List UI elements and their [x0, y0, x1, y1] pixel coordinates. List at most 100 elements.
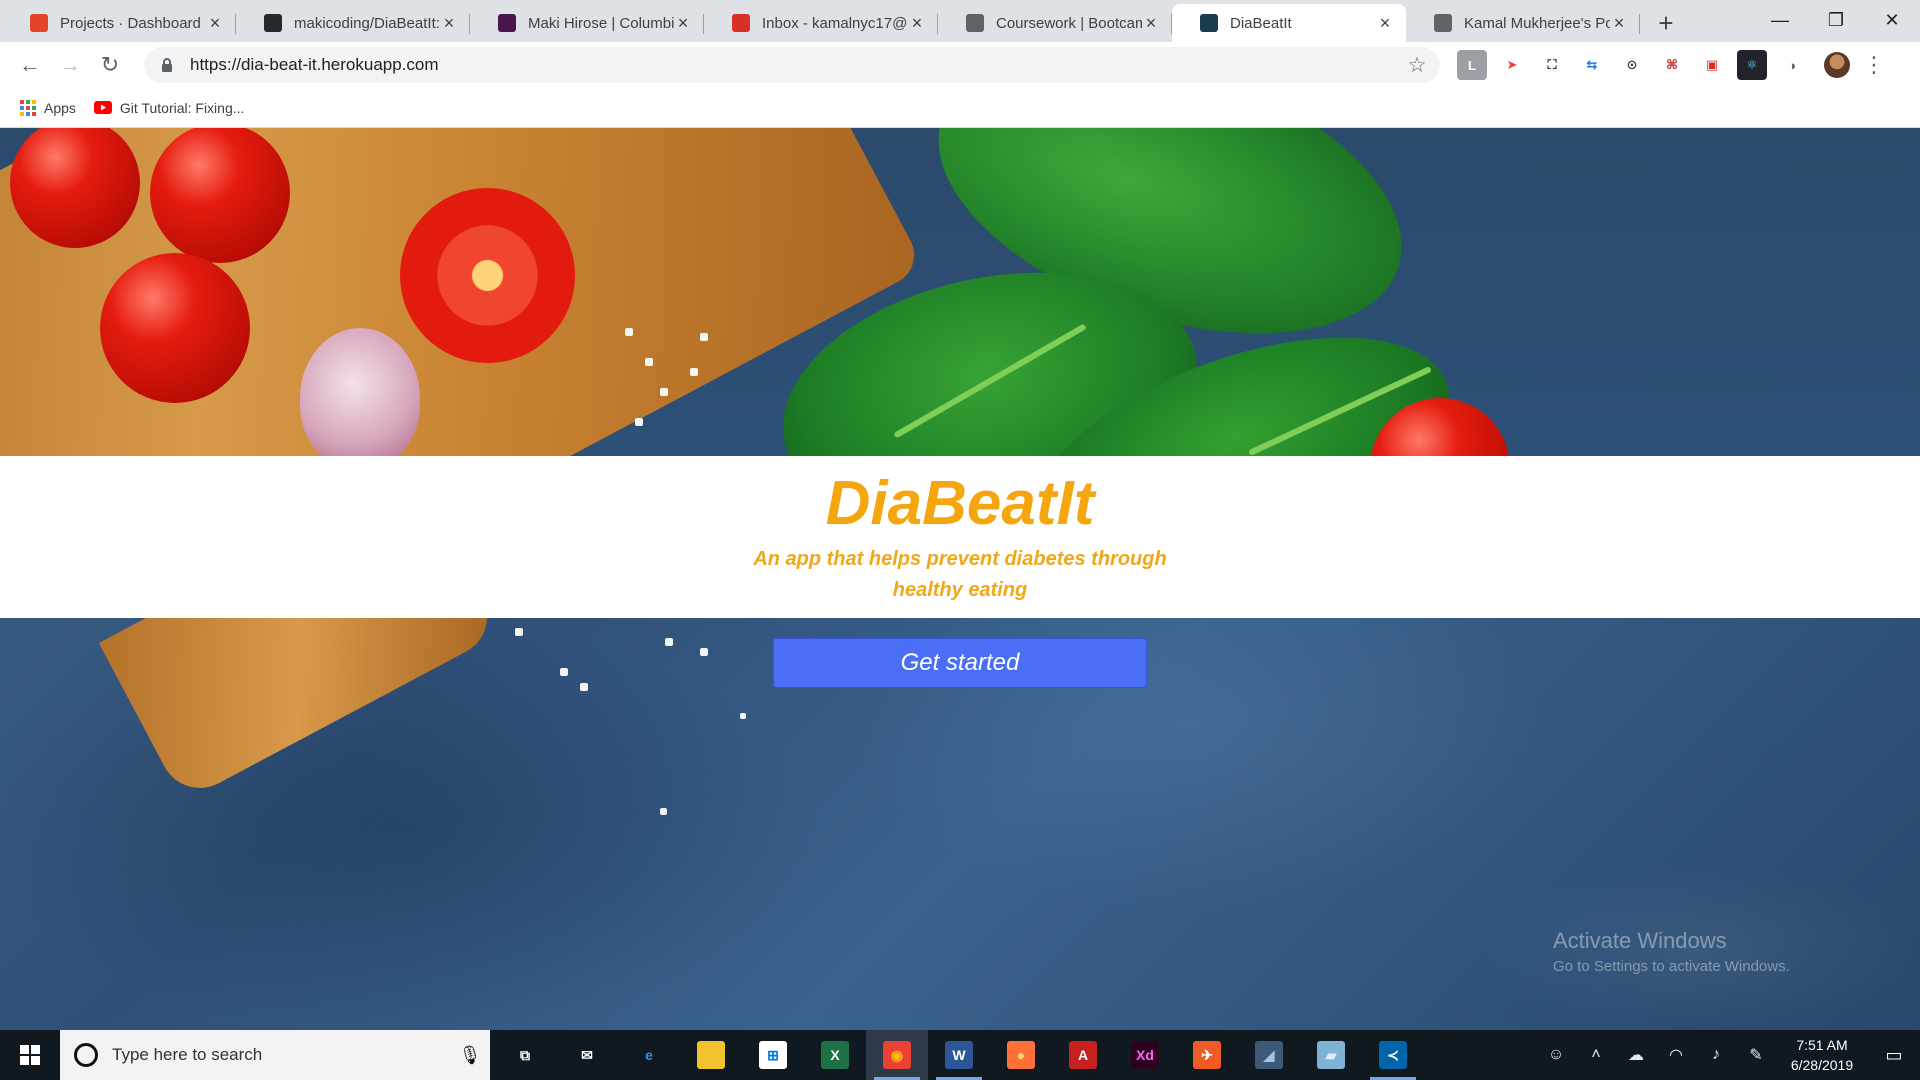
task-view-glyph: ⧉	[520, 1046, 530, 1063]
tab-separator	[1639, 14, 1640, 34]
extensions-area: L ➤ ⛶ ⇆ ⊙ ⌘ ▣ ⚛ ◑	[1452, 50, 1812, 80]
get-started-button[interactable]: Get started	[773, 638, 1147, 688]
acrobat-glyph: A	[1069, 1041, 1097, 1069]
react-devtools-icon[interactable]: ⚛	[1737, 50, 1767, 80]
word-glyph: W	[945, 1041, 973, 1069]
forward-icon[interactable]: →	[52, 47, 88, 83]
salt-grain	[700, 648, 708, 656]
task-view-icon[interactable]: ⧉	[494, 1030, 556, 1080]
people-icon[interactable]: ☺	[1536, 1046, 1576, 1064]
excel-glyph: X	[821, 1041, 849, 1069]
gmail-icon	[732, 14, 750, 32]
salt-grain	[580, 683, 588, 691]
watermark-subtitle: Go to Settings to activate Windows.	[1553, 958, 1790, 975]
excel-icon[interactable]: X	[804, 1030, 866, 1080]
apps-grid-icon	[20, 99, 36, 116]
url-text[interactable]: https://dia-beat-it.herokuapp.com	[190, 55, 1402, 75]
bookmark-star-icon[interactable]: ☆	[1402, 53, 1432, 78]
tab-title: DiaBeatIt	[1230, 14, 1292, 32]
taskbar-search-input[interactable]: Type here to search 🎙	[60, 1030, 490, 1080]
restore-icon[interactable]: ❐	[1808, 0, 1864, 40]
onedrive-icon[interactable]: ☁	[1616, 1045, 1656, 1065]
kebab-menu-icon[interactable]: ⋮	[1860, 52, 1888, 78]
bookmark-apps[interactable]: Apps	[20, 99, 76, 116]
pen-icon[interactable]: ✎	[1736, 1045, 1776, 1065]
mail-icon[interactable]: ✉	[556, 1030, 618, 1080]
browser-tab[interactable]: Inbox - kamalnyc17@g ×	[704, 4, 938, 42]
close-tab-icon[interactable]: ×	[1142, 13, 1160, 33]
lastpass-icon[interactable]: L	[1457, 50, 1487, 80]
close-tab-icon[interactable]: ×	[908, 13, 926, 33]
browser-tab[interactable]: DiaBeatIt ×	[1172, 4, 1406, 42]
firefox-icon[interactable]: ●	[990, 1030, 1052, 1080]
tab-title: Inbox - kamalnyc17@g	[762, 14, 908, 32]
notifications-icon[interactable]: ▭	[1868, 1045, 1920, 1066]
tomato	[150, 128, 290, 263]
close-tab-icon[interactable]: ×	[674, 13, 692, 33]
app-tagline: An app that helps prevent diabetes throu…	[753, 548, 1167, 601]
browser-tab[interactable]: Projects · Dashboard · G×	[2, 4, 236, 42]
search-placeholder: Type here to search	[112, 1045, 263, 1064]
tabs-container: Projects · Dashboard · G×makicoding/DiaB…	[0, 0, 1640, 42]
firefox-glyph: ●	[1007, 1041, 1035, 1069]
store-icon[interactable]: ⊞	[742, 1030, 804, 1080]
reload-icon[interactable]: ↻	[92, 47, 128, 83]
refresh-ext-icon[interactable]: ◑	[1777, 50, 1807, 80]
browser-tab[interactable]: Maki Hirose | Columbia ×	[470, 4, 704, 42]
tab-strip: Projects · Dashboard · G×makicoding/DiaB…	[0, 0, 1920, 42]
postman-glyph: ✈	[1193, 1041, 1221, 1069]
salt-grain	[740, 713, 746, 719]
chrome-icon[interactable]: ◉	[866, 1030, 928, 1080]
new-tab-button[interactable]: +	[1646, 4, 1686, 42]
close-tab-icon[interactable]: ×	[1610, 13, 1628, 33]
word-icon[interactable]: W	[928, 1030, 990, 1080]
lock-icon[interactable]	[158, 56, 176, 74]
minimize-icon[interactable]: —	[1752, 0, 1808, 40]
acrobat-icon[interactable]: A	[1052, 1030, 1114, 1080]
salt-grain	[700, 333, 708, 341]
close-tab-icon[interactable]: ×	[440, 13, 458, 33]
screenshot-icon[interactable]: ⛶	[1537, 50, 1567, 80]
store-glyph: ⊞	[759, 1041, 787, 1069]
toolkit-icon[interactable]: ▣	[1697, 50, 1727, 80]
address-bar[interactable]: https://dia-beat-it.herokuapp.com ☆	[144, 47, 1440, 83]
postman-icon[interactable]: ✈	[1176, 1030, 1238, 1080]
close-tab-icon[interactable]: ×	[1376, 13, 1394, 33]
swap-icon[interactable]: ⇆	[1577, 50, 1607, 80]
back-icon[interactable]: ←	[12, 47, 48, 83]
clock-date: 6/28/2019	[1790, 1057, 1854, 1073]
bookmark-label: Git Tutorial: Fixing...	[119, 99, 245, 116]
windows-start-icon[interactable]	[0, 1030, 60, 1080]
windows-taskbar: Type here to search 🎙 ⧉ ✉ e ▬ ⊞ X ◉ W ● A Xd ✈ ◢ ▰ ≺ ☺…	[0, 1030, 1920, 1080]
browser-tab[interactable]: makicoding/DiaBeatIt: A ×	[236, 4, 470, 42]
vscode-icon[interactable]: ≺	[1362, 1030, 1424, 1080]
edge-icon[interactable]: e	[618, 1030, 680, 1080]
salt-grain	[645, 358, 653, 366]
close-window-icon[interactable]: ✕	[1864, 0, 1920, 40]
bookmarks-bar: Apps Git Tutorial: Fixing...	[0, 88, 1920, 128]
file-explorer-icon[interactable]: ▬	[680, 1030, 742, 1080]
web-page: DiaBeatIt An app that helps prevent diab…	[0, 128, 1920, 1030]
sublime-like-icon[interactable]: ◢	[1238, 1030, 1300, 1080]
chevron-up-icon[interactable]: ˄	[1576, 1046, 1616, 1064]
code-ext-icon[interactable]: ⊙	[1617, 50, 1647, 80]
react-icon	[1200, 14, 1218, 32]
browser-tab[interactable]: Kamal Mukherjee's Por ×	[1406, 4, 1640, 42]
microphone-icon[interactable]: 🎙	[450, 1045, 490, 1066]
ext-arrow-icon[interactable]: ➤	[1497, 50, 1527, 80]
browser-tab[interactable]: Coursework | Bootcamp ×	[938, 4, 1172, 42]
close-tab-icon[interactable]: ×	[206, 13, 224, 33]
slack-icon	[498, 14, 516, 32]
pdf-icon[interactable]: ⌘	[1657, 50, 1687, 80]
volume-icon[interactable]: ♪	[1696, 1046, 1736, 1064]
globe-icon	[1434, 14, 1452, 32]
clock[interactable]: 7:51 AM 6/28/2019	[1776, 1035, 1868, 1075]
tab-title: Coursework | Bootcamp	[996, 14, 1142, 32]
adobe-xd-icon[interactable]: Xd	[1114, 1030, 1176, 1080]
bookmark-git-tutorial[interactable]: Git Tutorial: Fixing...	[93, 99, 245, 116]
wifi-icon[interactable]: ◠	[1656, 1045, 1696, 1065]
tab-title: Maki Hirose | Columbia	[528, 14, 674, 32]
bookmark-label: Apps	[44, 99, 76, 116]
notes-app-icon[interactable]: ▰	[1300, 1030, 1362, 1080]
profile-avatar[interactable]	[1824, 52, 1850, 78]
